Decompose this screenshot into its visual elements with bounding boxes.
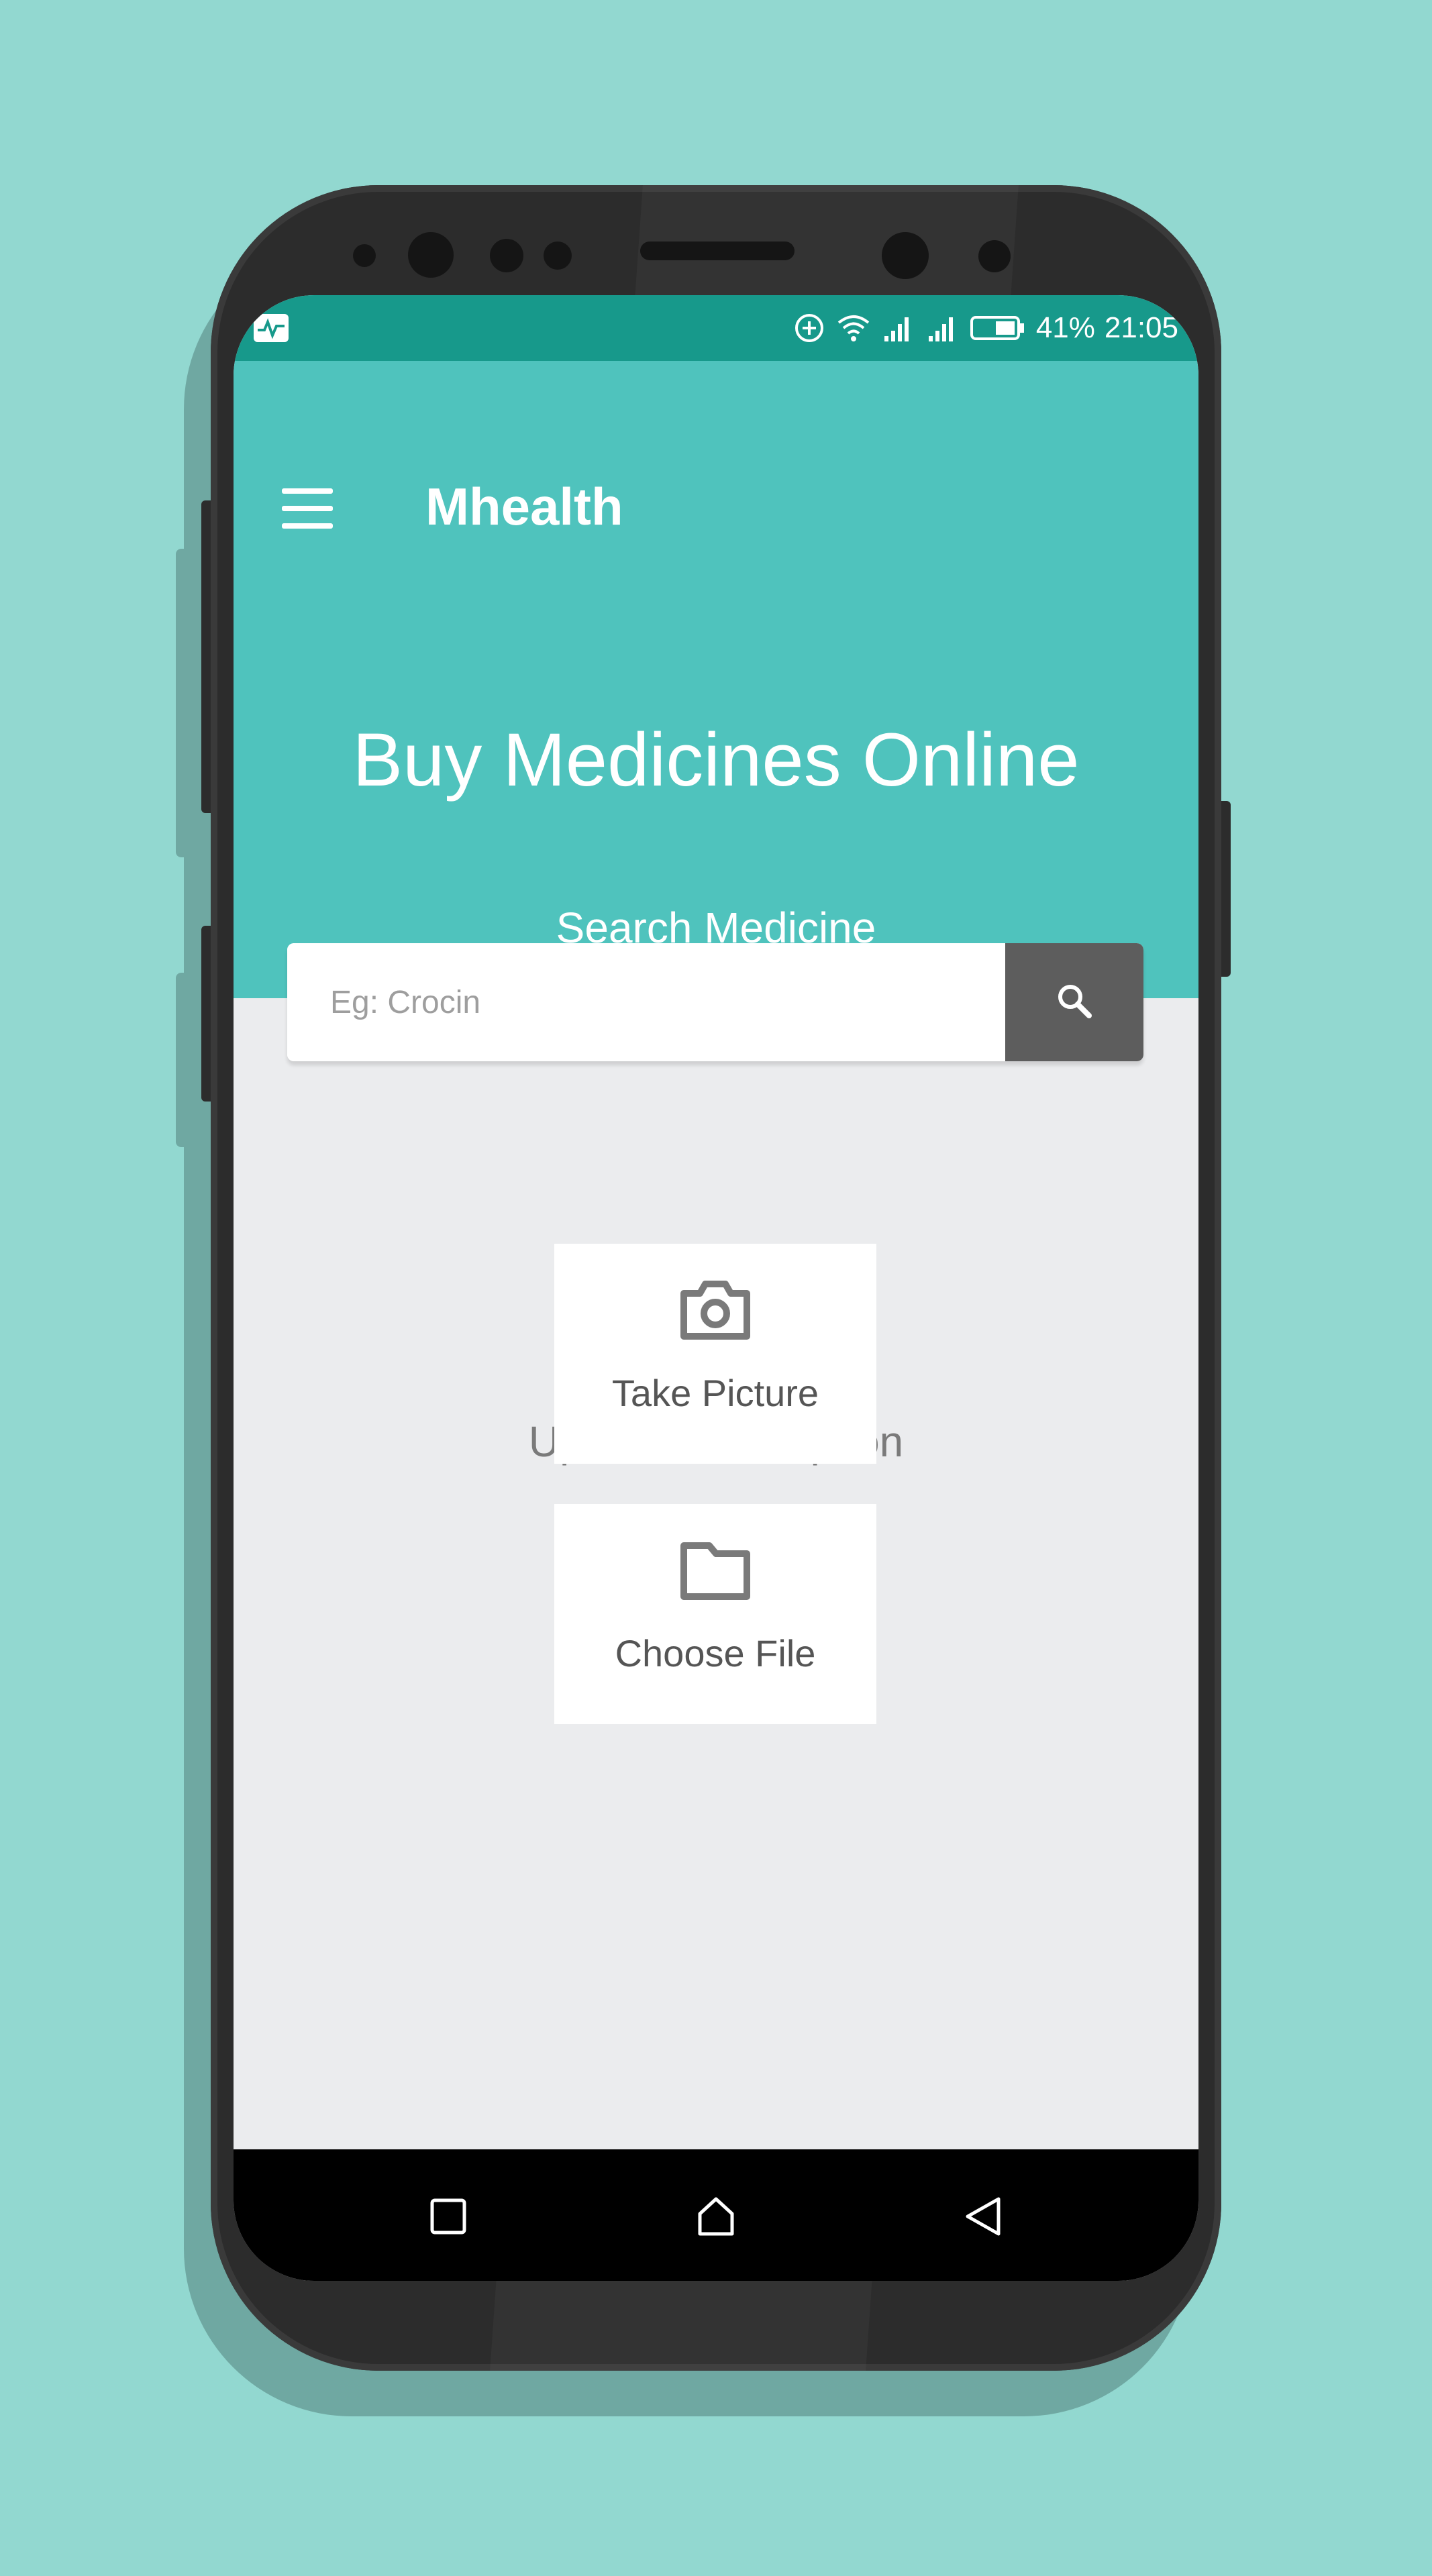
folder-icon xyxy=(678,1539,752,1601)
phone-shadow-button xyxy=(176,549,191,857)
front-camera xyxy=(408,232,454,278)
activity-notification-icon xyxy=(254,314,289,342)
take-picture-label: Take Picture xyxy=(611,1372,819,1414)
hero-header: Mhealth Buy Medicines Online Search Medi… xyxy=(234,361,1198,998)
system-nav-bar xyxy=(234,2149,1198,2281)
search-icon xyxy=(1054,981,1094,1024)
square-icon[interactable] xyxy=(427,2195,470,2238)
clock-time: 21:05 xyxy=(1104,311,1178,344)
camera-icon xyxy=(678,1279,752,1340)
sensor-dot xyxy=(353,244,376,267)
sensor-dot xyxy=(544,241,572,270)
sensor-dot xyxy=(490,239,523,272)
back-triangle-icon[interactable] xyxy=(962,2195,1005,2238)
sensor-dot xyxy=(978,240,1011,272)
take-picture-button[interactable]: Take Picture xyxy=(554,1244,876,1464)
app-title: Mhealth xyxy=(425,477,623,536)
phone-shadow-button xyxy=(176,973,191,1147)
battery-percent: 41% xyxy=(1035,311,1095,344)
search-input[interactable] xyxy=(287,943,1005,1061)
page-headline: Buy Medicines Online xyxy=(352,718,1080,802)
data-saver-icon xyxy=(792,311,827,345)
status-bar: 41% 21:05 xyxy=(234,295,1198,361)
signal-icon xyxy=(880,311,915,345)
battery-icon xyxy=(969,311,1027,345)
earpiece-speaker xyxy=(640,241,795,260)
home-icon[interactable] xyxy=(695,2195,737,2238)
phone-screen: 41% 21:05 Mhealth Buy Medicines Online S… xyxy=(234,295,1198,2281)
choose-file-button[interactable]: Choose File xyxy=(554,1504,876,1724)
status-icons: 41% 21:05 xyxy=(792,295,1178,361)
wifi-icon xyxy=(836,311,871,345)
search-button[interactable] xyxy=(1005,943,1143,1061)
search-bar xyxy=(287,943,1143,1061)
proximity-sensor xyxy=(882,232,929,279)
hamburger-icon[interactable] xyxy=(282,488,333,529)
signal-icon xyxy=(925,311,960,345)
choose-file-label: Choose File xyxy=(615,1632,816,1674)
